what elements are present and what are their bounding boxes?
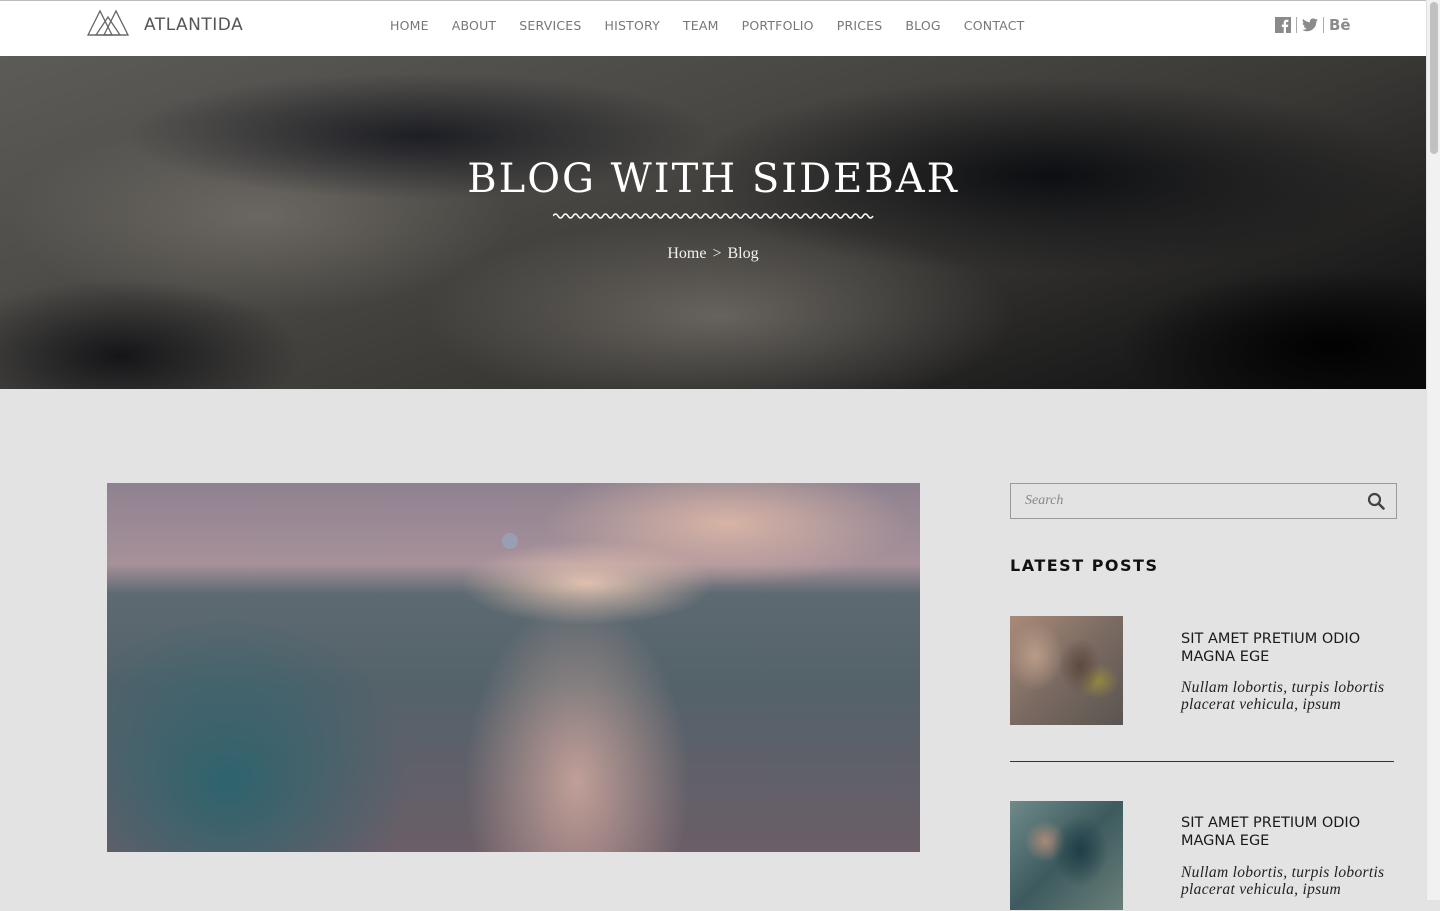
scrollbar-thumb[interactable]	[1430, 2, 1438, 154]
latest-posts-heading: LATEST POSTS	[1010, 556, 1159, 575]
site-header: ATLANTIDA HOME ABOUT SERVICES HISTORY TE…	[0, 0, 1426, 56]
latest-post-excerpt: Nullam lobortis, turpis lobortis placera…	[1181, 679, 1385, 713]
search-box	[1010, 483, 1397, 519]
brand-name[interactable]: ATLANTIDA	[144, 15, 243, 35]
nav-prices[interactable]: PRICES	[837, 18, 883, 33]
nav-history[interactable]: HISTORY	[605, 18, 660, 33]
latest-post-thumbnail[interactable]	[1010, 616, 1123, 725]
post-featured-image[interactable]	[107, 483, 920, 852]
image-detail	[502, 533, 518, 549]
latest-post-title[interactable]: SIT AMET PRETIUM ODIO MAGNA EGE	[1181, 630, 1391, 666]
latest-post-excerpt: Nullam lobortis, turpis lobortis placera…	[1181, 864, 1385, 898]
search-icon[interactable]	[1367, 492, 1385, 510]
latest-post-title[interactable]: SIT AMET PRETIUM ODIO MAGNA EGE	[1181, 814, 1391, 850]
breadcrumb: Home > Blog	[0, 245, 1426, 263]
latest-post-item[interactable]: SIT AMET PRETIUM ODIO MAGNA EGE Nullam l…	[1010, 801, 1394, 911]
nav-portfolio[interactable]: PORTFOLIO	[742, 18, 814, 33]
breadcrumb-home[interactable]: Home	[667, 245, 706, 262]
page-title: BLOG WITH SIDEBAR	[467, 156, 959, 202]
latest-post-item[interactable]: SIT AMET PRETIUM ODIO MAGNA EGE Nullam l…	[1010, 616, 1394, 726]
breadcrumb-separator: >	[712, 245, 722, 262]
nav-team[interactable]: TEAM	[683, 18, 719, 33]
nav-home[interactable]: HOME	[390, 18, 429, 33]
nav-blog[interactable]: BLOG	[905, 18, 940, 33]
social-divider	[1323, 17, 1324, 33]
twitter-icon[interactable]	[1302, 18, 1318, 32]
nav-services[interactable]: SERVICES	[519, 18, 581, 33]
page-scrollbar[interactable]	[1426, 0, 1440, 900]
search-input[interactable]	[1011, 484, 1365, 518]
atlantida-logo-icon[interactable]	[86, 7, 130, 37]
nav-contact[interactable]: CONTACT	[964, 18, 1025, 33]
facebook-icon[interactable]	[1275, 17, 1291, 33]
social-divider	[1296, 17, 1297, 33]
breadcrumb-current: Blog	[727, 245, 759, 262]
nav-about[interactable]: ABOUT	[452, 18, 497, 33]
latest-post-thumbnail[interactable]	[1010, 801, 1123, 910]
wave-divider-icon	[553, 213, 874, 219]
latest-posts-divider	[1010, 761, 1394, 762]
hero-banner: BLOG WITH SIDEBAR Home > Blog	[0, 56, 1426, 389]
main-nav: HOME ABOUT SERVICES HISTORY TEAM PORTFOL…	[390, 18, 1047, 33]
behance-icon[interactable]: Bē	[1329, 16, 1351, 34]
social-links: Bē	[1275, 16, 1351, 34]
